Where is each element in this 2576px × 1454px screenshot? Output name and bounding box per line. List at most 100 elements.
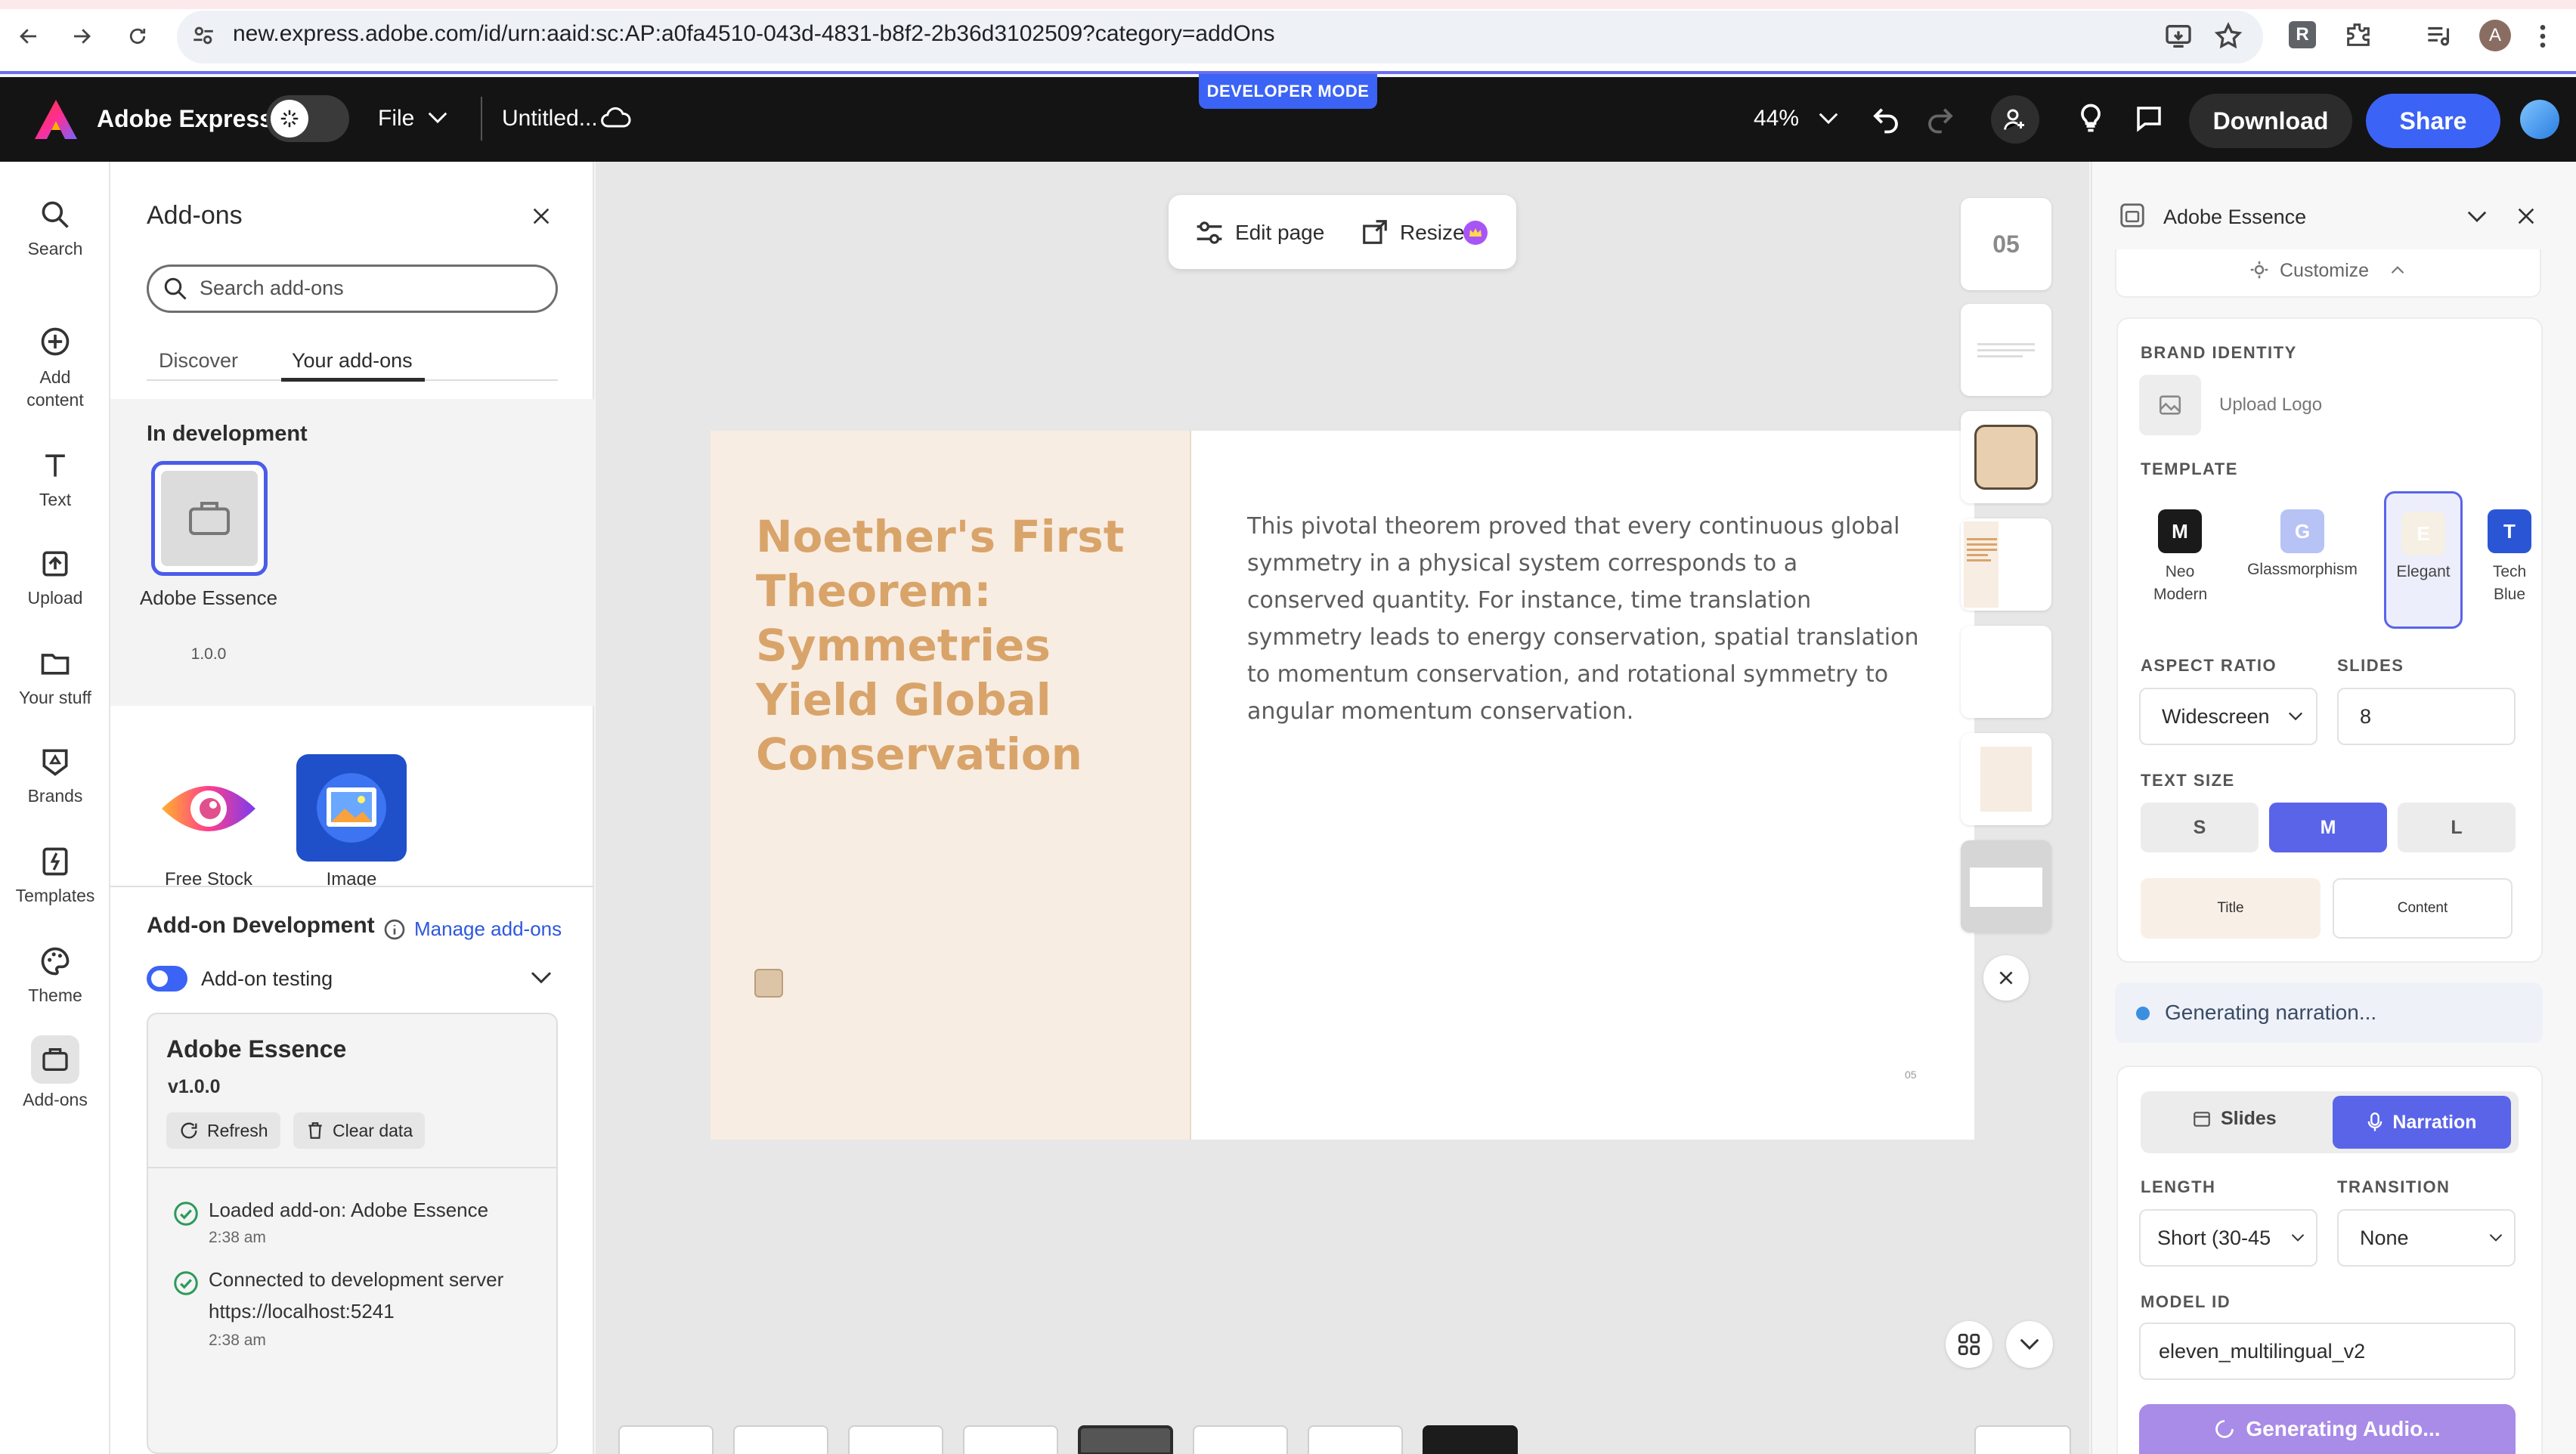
template-neo-modern[interactable]: M Neo Modern bbox=[2141, 491, 2219, 629]
add-page-button[interactable] bbox=[1974, 1425, 2071, 1454]
transition-label: TRANSITION bbox=[2337, 1177, 2451, 1196]
profile-avatar[interactable]: A bbox=[2479, 20, 2511, 51]
page-thumbnail[interactable] bbox=[1961, 626, 2051, 718]
chevron-down-icon[interactable] bbox=[2466, 209, 2488, 225]
upload-logo-image-icon[interactable] bbox=[2139, 375, 2201, 435]
folder-icon bbox=[39, 647, 72, 680]
media-controls-icon[interactable] bbox=[2423, 21, 2452, 50]
slides-count-input[interactable]: 8 bbox=[2337, 688, 2516, 745]
collaborate-icon[interactable] bbox=[1991, 95, 2039, 144]
grid-view-icon[interactable] bbox=[1946, 1321, 1992, 1368]
page-thumbnail[interactable] bbox=[1961, 411, 2051, 503]
image-addon-icon[interactable] bbox=[296, 754, 407, 862]
rail-theme[interactable]: Theme bbox=[0, 945, 110, 1006]
slide-title[interactable]: Noether's First Theorem: Symmetries Yiel… bbox=[756, 509, 1164, 781]
template-glassmorphism[interactable]: G Glassmorphism bbox=[2227, 491, 2378, 629]
mode-toggle[interactable] bbox=[266, 95, 349, 142]
page-strip-thumbnail[interactable] bbox=[1308, 1425, 1403, 1454]
page-strip-thumbnail[interactable] bbox=[618, 1425, 714, 1454]
title-style-button[interactable]: Title bbox=[2141, 878, 2321, 939]
rail-templates[interactable]: Templates bbox=[0, 845, 110, 906]
page-thumbnail[interactable] bbox=[1961, 840, 2051, 933]
sliders-icon[interactable] bbox=[1194, 219, 1225, 246]
close-thumbnails-icon[interactable] bbox=[1983, 955, 2029, 1001]
close-icon[interactable] bbox=[2514, 204, 2538, 228]
page-strip-thumbnail[interactable] bbox=[848, 1425, 943, 1454]
page-thumbnail-active[interactable] bbox=[1961, 518, 2051, 611]
tab-discover[interactable]: Discover bbox=[159, 349, 238, 373]
length-select[interactable]: Short (30-45 bbox=[2139, 1209, 2317, 1267]
collapse-pages-icon[interactable] bbox=[2006, 1321, 2053, 1368]
extension-r-icon[interactable]: R bbox=[2289, 21, 2316, 48]
addon-testing-toggle[interactable] bbox=[147, 966, 187, 992]
zoom-level[interactable]: 44% bbox=[1754, 106, 1799, 131]
edit-page-button[interactable]: Edit page bbox=[1235, 221, 1324, 245]
rail-search[interactable]: Search bbox=[0, 198, 110, 259]
user-avatar[interactable] bbox=[2520, 100, 2559, 139]
page-strip-thumbnail[interactable] bbox=[1423, 1425, 1518, 1454]
close-icon[interactable] bbox=[529, 204, 553, 228]
extensions-puzzle-icon[interactable] bbox=[2343, 20, 2373, 50]
spinner-icon bbox=[2215, 1420, 2234, 1438]
redo-icon[interactable] bbox=[1924, 103, 1956, 135]
text-size-m-selected[interactable]: M bbox=[2269, 803, 2387, 852]
reload-icon[interactable] bbox=[121, 20, 154, 53]
slide-accent-swatch[interactable] bbox=[754, 969, 783, 998]
transition-select[interactable]: None bbox=[2337, 1209, 2516, 1267]
slide-body-text[interactable]: This pivotal theorem proved that every c… bbox=[1247, 508, 1921, 730]
lightbulb-icon[interactable] bbox=[2074, 101, 2107, 135]
share-button[interactable]: Share bbox=[2366, 94, 2500, 148]
browser-menu-icon[interactable] bbox=[2537, 21, 2549, 51]
text-size-l[interactable]: L bbox=[2398, 803, 2516, 852]
upload-logo-label[interactable]: Upload Logo bbox=[2219, 394, 2322, 416]
rail-text[interactable]: Text bbox=[0, 449, 110, 510]
download-button[interactable]: Download bbox=[2189, 94, 2352, 148]
chevron-up-icon[interactable] bbox=[2390, 265, 2405, 275]
forward-icon[interactable] bbox=[65, 20, 98, 53]
rail-your-stuff[interactable]: Your stuff bbox=[0, 647, 110, 708]
undo-icon[interactable] bbox=[1870, 103, 1902, 135]
install-app-icon[interactable] bbox=[2163, 21, 2194, 51]
refresh-button[interactable]: Refresh bbox=[166, 1112, 280, 1149]
content-style-button[interactable]: Content bbox=[2333, 878, 2513, 939]
aspect-ratio-select[interactable]: Widescreen bbox=[2139, 688, 2317, 745]
adobe-express-logo-icon[interactable] bbox=[33, 98, 79, 141]
chevron-down-icon[interactable] bbox=[529, 969, 553, 987]
text-size-s[interactable]: S bbox=[2141, 803, 2259, 852]
clear-data-button[interactable]: Clear data bbox=[293, 1112, 426, 1149]
generating-audio-button[interactable]: Generating Audio... bbox=[2139, 1404, 2516, 1454]
file-menu[interactable]: File bbox=[378, 106, 414, 131]
zoom-chevron-icon[interactable] bbox=[1817, 110, 1840, 127]
page-strip-thumbnail[interactable] bbox=[1193, 1425, 1288, 1454]
page-thumbnail[interactable] bbox=[1961, 733, 2051, 825]
free-stock-addon-icon[interactable] bbox=[156, 763, 262, 854]
resize-button[interactable]: Resize bbox=[1400, 221, 1465, 245]
page-thumbnail[interactable] bbox=[1961, 304, 2051, 396]
page-strip-thumbnail[interactable] bbox=[963, 1425, 1058, 1454]
customize-label[interactable]: Customize bbox=[2280, 260, 2369, 282]
template-tech-blue[interactable]: T Tech Blue bbox=[2472, 491, 2547, 629]
dev-addon-tile[interactable] bbox=[151, 461, 268, 576]
page-strip-thumbnail-active[interactable] bbox=[1078, 1425, 1173, 1454]
card-addon-name: Adobe Essence bbox=[166, 1035, 347, 1063]
chevron-down-icon[interactable] bbox=[426, 109, 449, 127]
tab-your-add-ons[interactable]: Your add-ons bbox=[292, 349, 413, 373]
mode-narration-button[interactable]: Narration bbox=[2333, 1096, 2511, 1149]
site-info-icon[interactable] bbox=[190, 23, 216, 48]
rail-add-content[interactable]: Add content bbox=[0, 325, 110, 411]
template-elegant-selected[interactable]: E Elegant bbox=[2384, 491, 2463, 629]
manage-add-ons-link[interactable]: Manage add-ons bbox=[414, 917, 562, 941]
info-icon[interactable] bbox=[382, 917, 407, 942]
rail-upload[interactable]: Upload bbox=[0, 547, 110, 608]
rail-brands[interactable]: Brands bbox=[0, 745, 110, 806]
rail-add-ons[interactable]: Add-ons bbox=[0, 1035, 110, 1110]
model-id-input[interactable]: eleven_multilingual_v2 bbox=[2139, 1323, 2516, 1380]
back-icon[interactable] bbox=[12, 20, 45, 53]
document-title[interactable]: Untitled... bbox=[502, 106, 598, 131]
page-strip-thumbnail[interactable] bbox=[733, 1425, 828, 1454]
resize-icon[interactable] bbox=[1361, 218, 1389, 246]
page-thumbnail[interactable]: 05 bbox=[1961, 198, 2051, 290]
bookmark-star-icon[interactable] bbox=[2213, 21, 2243, 51]
comment-icon[interactable] bbox=[2133, 103, 2165, 135]
mode-slides-button[interactable]: Slides bbox=[2192, 1108, 2277, 1130]
